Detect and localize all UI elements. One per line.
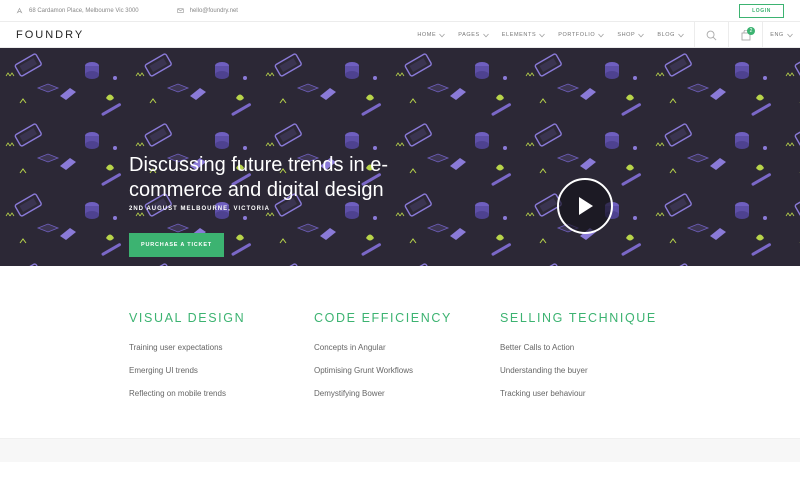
play-icon xyxy=(579,197,593,215)
chevron-down-icon xyxy=(483,33,489,37)
purchase-ticket-button[interactable]: PURCHASE A TICKET xyxy=(129,233,224,257)
footer-strip xyxy=(0,438,800,462)
video-play-button[interactable] xyxy=(557,178,613,234)
cart-count-badge: 2 xyxy=(747,27,755,35)
nav-item-label: HOME xyxy=(417,32,437,38)
nav-item-label: ELEMENTS xyxy=(501,32,537,38)
hero-section: Discussing future trends in e-commerce a… xyxy=(0,48,800,266)
feature-title: SELLING TECHNIQUE xyxy=(500,311,657,325)
email-link[interactable]: hello@foundry.net xyxy=(190,8,238,14)
chevron-down-icon xyxy=(786,33,793,37)
language-label: ENG xyxy=(770,32,784,38)
address-info: 68 Cardamon Place, Melbourne Vic 3000 xyxy=(16,7,139,14)
chevron-down-icon xyxy=(439,33,445,37)
feature-column-visual-design: VISUAL DESIGN Training user expectations… xyxy=(129,311,309,412)
nav-item-label: PORTFOLIO xyxy=(558,32,596,38)
email-info: hello@foundry.net xyxy=(177,7,238,14)
nav-item-shop[interactable]: SHOP xyxy=(617,32,645,38)
nav-item-portfolio[interactable]: PORTFOLIO xyxy=(558,32,605,38)
search-icon xyxy=(706,30,717,40)
main-nav: FOUNDRY HOME PAGES ELEMENTS PORTFOLIO SH… xyxy=(0,22,800,48)
nav-item-label: PAGES xyxy=(458,32,480,38)
chevron-down-icon xyxy=(539,33,545,37)
location-pin-icon xyxy=(16,7,23,14)
top-bar: 68 Cardamon Place, Melbourne Vic 3000 he… xyxy=(0,0,800,22)
list-item: Concepts in Angular xyxy=(314,343,386,352)
feature-column-selling-technique: SELLING TECHNIQUE Better Calls to Action… xyxy=(500,311,680,412)
list-item: Better Calls to Action xyxy=(500,343,575,352)
site-logo[interactable]: FOUNDRY xyxy=(16,29,84,41)
feature-title: CODE EFFICIENCY xyxy=(314,311,452,325)
nav-item-label: SHOP xyxy=(617,32,636,38)
feature-title: VISUAL DESIGN xyxy=(129,311,246,325)
features-section: VISUAL DESIGN Training user expectations… xyxy=(0,266,800,462)
hero-title: Discussing future trends in e-commerce a… xyxy=(129,154,389,201)
feature-column-code-efficiency: CODE EFFICIENCY Concepts in Angular Opti… xyxy=(314,311,494,412)
nav-item-label: BLOG xyxy=(657,32,675,38)
chevron-down-icon xyxy=(678,33,684,37)
address-text: 68 Cardamon Place, Melbourne Vic 3000 xyxy=(29,7,139,14)
search-button[interactable] xyxy=(694,22,728,48)
chevron-down-icon xyxy=(598,33,605,37)
nav-item-home[interactable]: HOME xyxy=(417,32,445,38)
list-item: Demystifying Bower xyxy=(314,389,385,398)
list-item: Optimising Grunt Workflows xyxy=(314,366,413,375)
list-item: Understanding the buyer xyxy=(500,366,588,375)
nav-item-pages[interactable]: PAGES xyxy=(458,32,489,38)
nav-item-elements[interactable]: ELEMENTS xyxy=(502,32,545,38)
cart-button[interactable]: 2 xyxy=(728,22,762,48)
list-item: Tracking user behaviour xyxy=(500,389,586,398)
list-item: Emerging UI trends xyxy=(129,366,198,375)
list-item: Reflecting on mobile trends xyxy=(129,389,226,398)
login-button[interactable]: LOGIN xyxy=(739,4,784,18)
language-selector[interactable]: ENG xyxy=(762,22,800,48)
list-item: Training user expectations xyxy=(129,343,223,352)
nav-menu: HOME PAGES ELEMENTS PORTFOLIO SHOP BLOG xyxy=(417,22,684,48)
nav-item-blog[interactable]: BLOG xyxy=(657,32,684,38)
chevron-down-icon xyxy=(638,33,645,37)
hero-subtitle: 2ND AUGUST MELBOURNE, VICTORIA xyxy=(129,206,271,212)
email-icon xyxy=(177,8,184,13)
